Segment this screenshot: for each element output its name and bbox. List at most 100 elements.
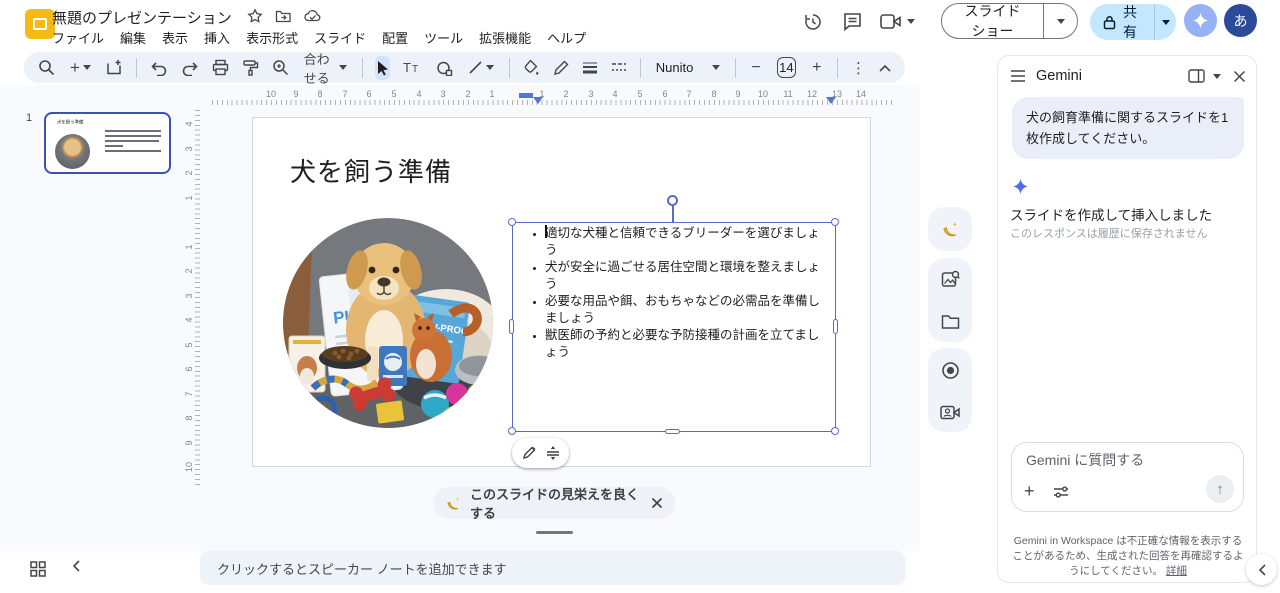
expand-panel-button[interactable] [1246, 554, 1277, 585]
first-line-indent-marker[interactable] [519, 93, 533, 98]
line-tool[interactable] [466, 56, 496, 80]
menu-slide[interactable]: スライド [314, 28, 366, 47]
slides-logo[interactable] [25, 9, 55, 39]
menu-format[interactable]: 表示形式 [246, 28, 298, 47]
autofit-text-icon[interactable] [545, 445, 561, 461]
menu-edit[interactable]: 編集 [120, 28, 146, 47]
left-indent-marker[interactable] [533, 97, 543, 104]
resize-handle-tl[interactable] [508, 218, 516, 226]
meet-icon[interactable] [880, 13, 915, 30]
zoom-icon[interactable] [272, 56, 289, 80]
panel-layout-caret[interactable] [1213, 74, 1221, 79]
resize-handle-bottom[interactable] [665, 429, 680, 434]
learn-more-link[interactable]: 詳細 [1166, 565, 1187, 577]
font-family-dropdown[interactable]: Nunito [654, 56, 722, 80]
document-title[interactable]: 無題のプレゼンテーション [52, 7, 232, 28]
improve-slide-pill[interactable]: このスライドの見栄えを良くする [433, 487, 675, 519]
star-icon[interactable] [247, 8, 263, 24]
gemini-prompt-input[interactable] [1026, 452, 1206, 468]
menu-arrange[interactable]: 配置 [382, 28, 408, 47]
puppy-photo[interactable]: PUPPY CHEW-PROOF [283, 218, 493, 428]
bullet-item[interactable]: 犬が安全に過ごせる居住空間と環境を整えましょう [545, 259, 823, 293]
grid-view-icon[interactable] [30, 561, 46, 577]
more-options-icon[interactable]: ⋮ [851, 56, 866, 80]
collapse-toolbar-icon[interactable] [879, 64, 891, 72]
right-indent-marker[interactable] [826, 97, 836, 104]
tune-icon[interactable] [1053, 486, 1069, 498]
version-history-icon[interactable] [802, 11, 824, 33]
notes-resize-handle[interactable] [536, 531, 573, 534]
fill-color-tool[interactable] [523, 56, 540, 80]
svg-text:T: T [412, 64, 418, 75]
gemini-prompt-box[interactable]: + ↑ [1011, 442, 1244, 512]
folder-icon[interactable] [941, 314, 960, 330]
share-dropdown[interactable] [1154, 4, 1176, 40]
dismiss-pill-icon[interactable] [651, 497, 663, 509]
resize-handle-br[interactable] [831, 427, 839, 435]
bullet-item[interactable]: 必要な用品や餌、おもちゃなどの必需品を準備しましょう [545, 293, 823, 327]
speaker-notes-bar[interactable]: クリックするとスピーカー ノートを追加できます [200, 551, 905, 585]
undo-icon[interactable] [150, 56, 168, 80]
menu-tools[interactable]: ツール [424, 28, 463, 47]
menu-extensions[interactable]: 拡張機能 [479, 28, 531, 47]
rotation-handle[interactable] [667, 195, 678, 206]
border-dash-tool[interactable] [611, 56, 627, 80]
share-button[interactable]: 共有 [1090, 4, 1176, 40]
slide-title[interactable]: 犬を飼う準備 [290, 152, 452, 189]
resize-handle-tr[interactable] [831, 218, 839, 226]
move-folder-icon[interactable] [275, 8, 292, 24]
gemini-menu-icon[interactable] [1010, 70, 1026, 82]
rotation-handle-line [672, 206, 674, 222]
bullet-textbox[interactable]: 適切な犬種と信頼できるブリーダーを選びましょう 犬が安全に過ごせる居住空間と環境… [512, 222, 836, 432]
svg-text:T: T [403, 60, 411, 75]
shape-tool[interactable] [436, 56, 453, 80]
border-color-tool[interactable] [553, 56, 569, 80]
textbox-quick-toolbar [512, 438, 569, 468]
print-icon[interactable] [212, 56, 229, 80]
cloud-status-icon[interactable] [304, 8, 322, 24]
font-size-increase[interactable]: + [809, 56, 824, 80]
record-icon[interactable] [941, 361, 960, 380]
new-slide-button[interactable]: + [68, 56, 93, 80]
slide-thumbnail[interactable]: 犬を飼う準備 [44, 112, 171, 174]
templates-icon[interactable] [106, 56, 123, 80]
redo-icon[interactable] [181, 56, 199, 80]
gemini-response-text: スライドを作成して挿入しました [1010, 204, 1212, 224]
menu-insert[interactable]: 挿入 [204, 28, 230, 47]
menu-help[interactable]: ヘルプ [547, 28, 586, 47]
thumbnail-image [55, 134, 90, 169]
attach-plus-icon[interactable]: + [1024, 481, 1035, 502]
gemini-panel-title: Gemini [1036, 68, 1082, 84]
improve-slide-label: このスライドの見栄えを良くする [470, 484, 641, 522]
menu-view[interactable]: 表示 [162, 28, 188, 47]
gemini-response-sparkle-icon [1012, 178, 1029, 195]
select-tool[interactable] [375, 56, 390, 80]
paint-format-icon[interactable] [242, 56, 259, 80]
image-search-icon[interactable] [941, 270, 960, 289]
bullet-item[interactable]: 適切な犬種と信頼できるブリーダーを選びましょう [545, 225, 823, 259]
resize-handle-right[interactable] [833, 319, 838, 334]
zoom-fit-dropdown[interactable]: 合わせる [302, 56, 349, 80]
close-panel-icon[interactable] [1233, 70, 1246, 83]
bullet-item[interactable]: 獣医師の予約と必要な予防接種の計画を立てましょう [545, 327, 823, 361]
meet-dropdown-caret[interactable] [907, 19, 915, 24]
ai-banana-icon[interactable] [940, 219, 960, 239]
gemini-button[interactable] [1184, 4, 1217, 37]
slideshow-button[interactable]: スライドショー [941, 3, 1078, 39]
slideshow-dropdown[interactable] [1043, 3, 1077, 39]
magic-rewrite-icon[interactable] [521, 445, 537, 461]
font-size-decrease[interactable]: − [748, 56, 763, 80]
text-box-tool[interactable]: TT [403, 56, 423, 80]
panel-layout-icon[interactable] [1188, 69, 1205, 83]
resize-handle-left[interactable] [509, 319, 514, 334]
menu-file[interactable]: ファイル [52, 28, 104, 47]
video-record-icon[interactable] [940, 405, 960, 420]
search-menus-icon[interactable] [38, 56, 55, 80]
collapse-filmstrip-icon[interactable] [72, 560, 80, 572]
comments-icon[interactable] [842, 11, 863, 32]
account-avatar[interactable]: あ [1224, 4, 1257, 37]
send-prompt-button[interactable]: ↑ [1206, 475, 1234, 503]
border-weight-tool[interactable] [582, 56, 598, 80]
resize-handle-bl[interactable] [508, 427, 516, 435]
font-size-input[interactable]: 14 [777, 57, 797, 78]
